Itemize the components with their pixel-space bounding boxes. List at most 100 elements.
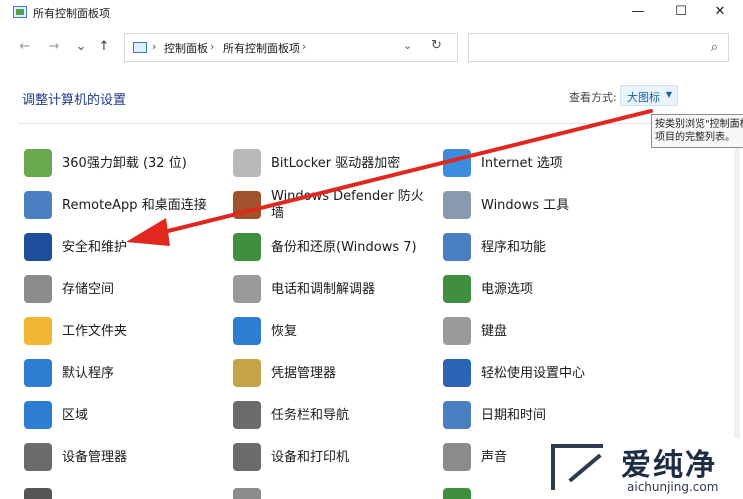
accessibility-icon xyxy=(443,359,471,387)
control-panel-item[interactable]: 设备管理器 xyxy=(24,443,224,473)
partial-item-icon xyxy=(24,488,52,499)
control-panel-item[interactable]: 360强力卸载 (32 位) xyxy=(24,149,224,179)
watermark: 爱纯净 aichunjing.com xyxy=(543,438,743,499)
chevron-right-icon[interactable]: › xyxy=(152,40,156,53)
control-panel-item-label: 安全和维护 xyxy=(62,240,128,255)
control-panel-item-label: 轻松使用设置中心 xyxy=(481,366,586,381)
control-panel-item-label: 设备管理器 xyxy=(62,450,128,465)
globe-icon xyxy=(24,401,52,429)
view-by-label: 查看方式: xyxy=(569,91,617,104)
address-bar[interactable]: › 控制面板 › 所有控制面板项 › ⌄ ↻ xyxy=(124,33,458,62)
recovery-icon xyxy=(233,317,261,345)
control-panel-item-label: 存储空间 xyxy=(62,282,115,297)
control-panel-item-label: RemoteApp 和桌面连接 xyxy=(62,198,207,213)
calendar-icon xyxy=(443,401,471,429)
control-panel-item-label: Windows 工具 xyxy=(481,198,570,213)
control-panel-item-label: 声音 xyxy=(481,450,508,465)
programs-icon xyxy=(443,233,471,261)
folder-icon xyxy=(24,317,52,345)
watermark-logo xyxy=(551,444,603,490)
phone-icon xyxy=(233,275,261,303)
view-tooltip: 按类别浏览"控制面板 项目的完整列表。 xyxy=(651,114,743,148)
control-panel-item-label: Internet 选项 xyxy=(481,156,563,171)
control-panel-item[interactable]: 电话和调制解调器 xyxy=(233,275,433,305)
speaker-icon xyxy=(443,443,471,471)
close-button[interactable]: ✕ xyxy=(702,0,738,26)
tooltip-line: 项目的完整列表。 xyxy=(655,132,735,143)
control-panel-item[interactable]: 工作文件夹 xyxy=(24,317,224,347)
control-panel-item-label: 日期和时间 xyxy=(481,408,547,423)
firewall-icon xyxy=(233,191,261,219)
tools-icon xyxy=(443,191,471,219)
control-panel-item[interactable]: 轻松使用设置中心 xyxy=(443,359,643,389)
control-panel-item[interactable]: BitLocker 驱动器加密 xyxy=(233,149,433,179)
control-panel-item[interactable]: 任务栏和导航 xyxy=(233,401,433,431)
control-panel-item[interactable]: Internet 选项 xyxy=(443,149,643,179)
taskbar-icon xyxy=(233,401,261,429)
control-panel-item-label: 电源选项 xyxy=(481,282,534,297)
control-panel-item[interactable]: 日期和时间 xyxy=(443,401,643,431)
default-programs-icon xyxy=(24,359,52,387)
control-panel-icon xyxy=(133,42,147,53)
refresh-icon[interactable]: ↻ xyxy=(431,38,442,53)
tooltip-line: 按类别浏览"控制面板 xyxy=(655,119,743,130)
control-panel-item[interactable]: 备份和还原(Windows 7) xyxy=(233,233,433,263)
control-panel-item[interactable]: RemoteApp 和桌面连接 xyxy=(24,191,224,221)
control-panel-item[interactable]: 安全和维护 xyxy=(24,233,224,263)
control-panel-item[interactable]: 凭据管理器 xyxy=(233,359,433,389)
control-panel-item-label: Windows Defender 防火墙 xyxy=(271,189,424,221)
control-panel-item[interactable]: 设备和打印机 xyxy=(233,443,433,473)
power-icon xyxy=(443,275,471,303)
chevron-right-icon[interactable]: › xyxy=(210,40,214,53)
control-panel-item[interactable]: 存储空间 xyxy=(24,275,224,305)
divider xyxy=(18,123,729,124)
control-panel-item[interactable]: 区域 xyxy=(24,401,224,431)
breadcrumb-control-panel[interactable]: 控制面板 xyxy=(164,40,208,56)
control-panel-item[interactable]: 程序和功能 xyxy=(443,233,643,263)
search-input[interactable]: ⌕ xyxy=(468,33,729,62)
control-panel-item[interactable]: 电源选项 xyxy=(443,275,643,305)
maximize-button[interactable]: ☐ xyxy=(663,0,699,26)
internet-icon xyxy=(443,149,471,177)
control-panel-item-label: 备份和还原(Windows 7) xyxy=(271,240,417,255)
control-panel-item[interactable]: 默认程序 xyxy=(24,359,224,389)
uninstall-icon xyxy=(24,149,52,177)
window-title: 所有控制面板项 xyxy=(33,7,110,20)
flag-icon xyxy=(24,233,52,261)
control-panel-item-label: 恢复 xyxy=(271,324,298,339)
storage-icon xyxy=(24,275,52,303)
view-by-dropdown[interactable]: 大图标 ▼ xyxy=(620,85,678,106)
watermark-url: aichunjing.com xyxy=(627,480,719,494)
partial-item-icon xyxy=(233,488,261,499)
control-panel-item[interactable]: 键盘 xyxy=(443,317,643,347)
control-panel-icon xyxy=(13,6,27,18)
breadcrumb-all-items[interactable]: 所有控制面板项 xyxy=(223,40,300,56)
control-panel-item[interactable]: Windows 工具 xyxy=(443,191,643,221)
search-icon[interactable]: ⌕ xyxy=(711,40,718,55)
partial-item-icon xyxy=(443,488,471,499)
minimize-button[interactable]: — xyxy=(620,0,656,26)
device-manager-icon xyxy=(24,443,52,471)
up-icon[interactable]: ↑ xyxy=(94,37,114,57)
control-panel-item-label: BitLocker 驱动器加密 xyxy=(271,156,401,171)
control-panel-item[interactable]: 恢复 xyxy=(233,317,433,347)
control-panel-item-label: 区域 xyxy=(62,408,89,423)
key-icon xyxy=(233,149,261,177)
control-panel-item-label: 设备和打印机 xyxy=(271,450,350,465)
control-panel-item-label: 程序和功能 xyxy=(481,240,547,255)
credential-icon xyxy=(233,359,261,387)
view-by-value: 大图标 xyxy=(627,91,660,104)
chevron-right-icon[interactable]: › xyxy=(302,40,306,53)
back-icon[interactable]: ← xyxy=(15,37,35,57)
keyboard-icon xyxy=(443,317,471,345)
chevron-down-icon[interactable]: ⌄ xyxy=(403,39,412,52)
forward-icon[interactable]: → xyxy=(44,37,64,57)
control-panel-item-label: 360强力卸载 (32 位) xyxy=(62,156,187,171)
control-panel-item-label: 任务栏和导航 xyxy=(271,408,350,423)
control-panel-item-label: 凭据管理器 xyxy=(271,366,337,381)
caret-down-icon: ▼ xyxy=(665,90,672,99)
control-panel-item[interactable]: Windows Defender 防火墙 xyxy=(233,189,433,221)
page-title: 调整计算机的设置 xyxy=(22,93,127,108)
recent-locations-icon[interactable]: ⌄ xyxy=(71,37,91,57)
title-bar: 所有控制面板项 — ☐ ✕ xyxy=(0,0,743,26)
